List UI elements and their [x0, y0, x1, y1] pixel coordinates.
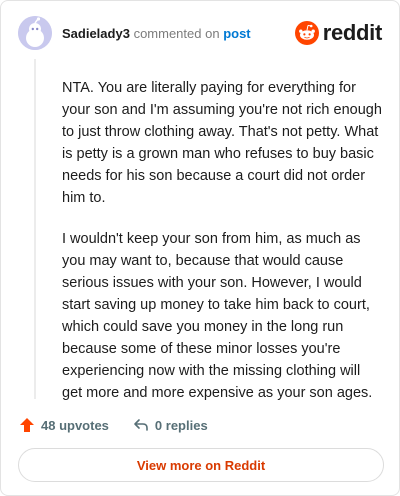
reply-action[interactable]: 0 replies	[133, 417, 208, 433]
username-link[interactable]: Sadielady3	[62, 26, 130, 41]
comment-paragraph: I wouldn't keep your son from him, as mu…	[62, 231, 373, 401]
upvote-arrow-icon	[20, 418, 34, 432]
user-avatar[interactable]	[18, 16, 52, 50]
comment-paragraph: NTA. You are literally paying for everyt…	[62, 80, 382, 206]
upvote-action[interactable]: 48 upvotes	[19, 417, 109, 433]
reddit-logo[interactable]: reddit	[294, 19, 383, 47]
reddit-wordmark: reddit	[322, 20, 383, 45]
upvote-count: 48 upvotes	[41, 417, 109, 433]
embedded-comment-card: Sadielady3 commented on post reddit NTA.…	[0, 0, 400, 496]
comment-meta: Sadielady3 commented on post	[62, 26, 251, 42]
reddit-snoo-icon	[294, 21, 319, 45]
comment-body: NTA. You are literally paying for everyt…	[62, 77, 382, 423]
post-link[interactable]: post	[223, 26, 250, 41]
reply-arrow-icon	[134, 419, 148, 431]
reply-count: 0 replies	[154, 417, 208, 433]
thread-line	[34, 59, 36, 399]
comment-actions: 48 upvotes 0 replies	[19, 415, 208, 435]
comment-header: Sadielady3 commented on post reddit	[18, 16, 382, 50]
view-more-button[interactable]: View more on Reddit	[18, 448, 384, 482]
commented-on-label: commented on	[133, 26, 220, 41]
